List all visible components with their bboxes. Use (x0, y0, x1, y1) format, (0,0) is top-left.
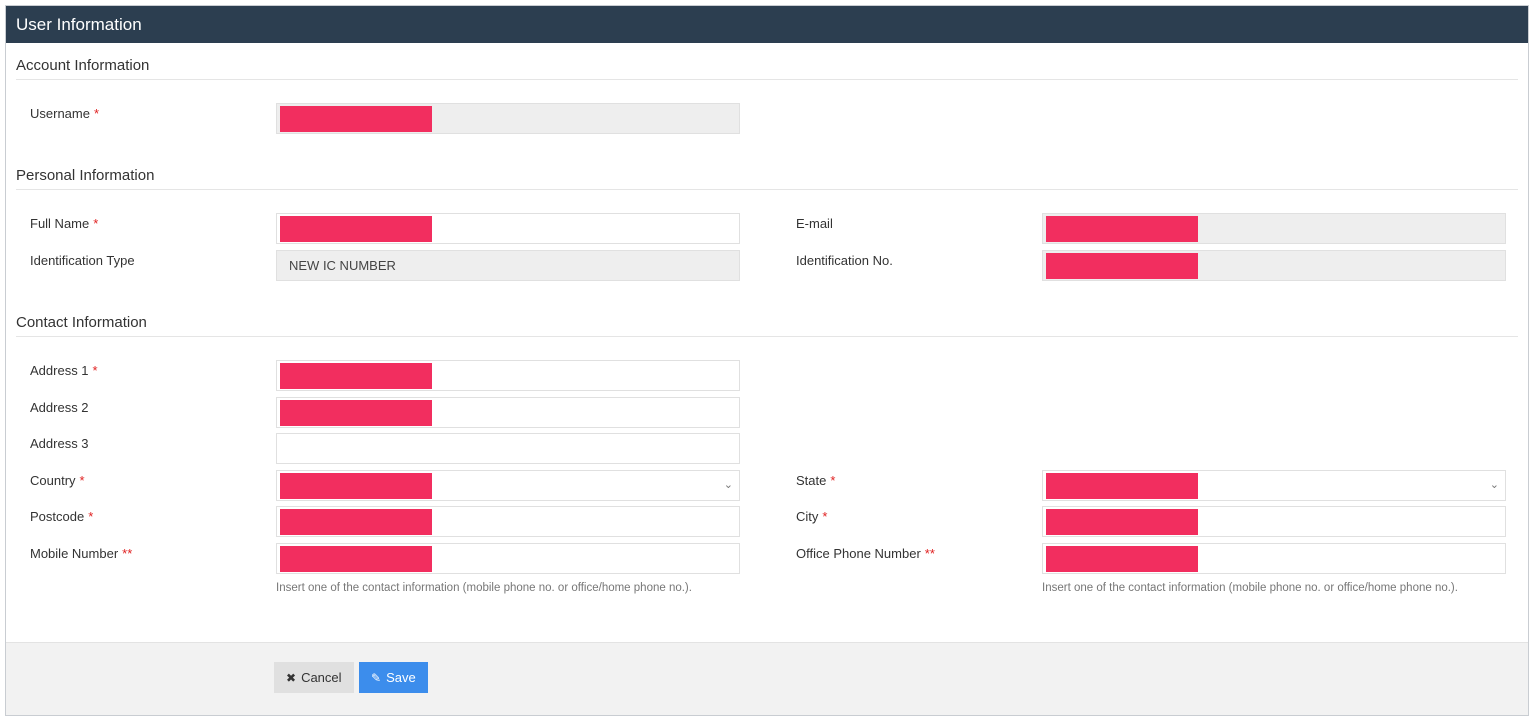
city-label: City * (796, 509, 828, 524)
save-button-label: Save (386, 670, 416, 685)
state-select[interactable]: ⌄ (1042, 470, 1506, 501)
cancel-button-label: Cancel (301, 670, 342, 685)
address2-label: Address 2 (30, 400, 89, 415)
postcode-label: Postcode * (30, 509, 94, 524)
username-label: Username * (30, 106, 100, 121)
email-field (1042, 213, 1506, 244)
identification-no-field (1042, 250, 1506, 281)
edit-icon: ✎ (371, 671, 382, 685)
address2-input[interactable] (276, 397, 740, 428)
section-title-contact: Contact Information (16, 314, 147, 331)
country-select[interactable]: ⌄ (276, 470, 740, 501)
section-divider (16, 79, 1518, 80)
redacted-value (1046, 546, 1198, 572)
full-name-label: Full Name * (30, 216, 99, 231)
postcode-input[interactable] (276, 506, 740, 537)
address3-label: Address 3 (30, 436, 89, 451)
email-label: E-mail (796, 216, 833, 231)
office-phone-label: Office Phone Number ** (796, 546, 935, 561)
section-divider (16, 189, 1518, 190)
redacted-value (280, 473, 432, 499)
identification-type-label: Identification Type (30, 253, 135, 268)
city-input[interactable] (1042, 506, 1506, 537)
redacted-value (280, 363, 432, 389)
save-button[interactable]: ✎ Save (359, 662, 428, 693)
mobile-number-input[interactable] (276, 543, 740, 574)
chevron-down-icon[interactable]: ⌄ (1490, 471, 1499, 500)
user-information-panel: User Information Account Information Use… (5, 5, 1529, 716)
state-label: State * (796, 473, 836, 488)
contact-help-text: Insert one of the contact information (m… (1042, 582, 1458, 594)
address3-input[interactable] (276, 433, 740, 464)
panel-header: User Information (6, 6, 1528, 43)
country-label: Country * (30, 473, 85, 488)
redacted-value (280, 509, 432, 535)
office-phone-input[interactable] (1042, 543, 1506, 574)
identification-type-field: NEW IC NUMBER (276, 250, 740, 281)
times-circle-icon: ✖ (286, 671, 297, 685)
address1-label: Address 1 * (30, 363, 98, 378)
section-title-personal: Personal Information (16, 167, 155, 184)
redacted-value (280, 216, 432, 242)
full-name-input[interactable] (276, 213, 740, 244)
cancel-button[interactable]: ✖ Cancel (274, 662, 354, 693)
redacted-value (1046, 473, 1198, 499)
mobile-number-label: Mobile Number ** (30, 546, 133, 561)
contact-help-text: Insert one of the contact information (m… (276, 582, 692, 594)
identification-no-label: Identification No. (796, 253, 893, 268)
redacted-value (280, 546, 432, 572)
redacted-value (1046, 253, 1198, 279)
redacted-value (280, 400, 432, 426)
form-footer: ✖ Cancel ✎ Save (6, 642, 1528, 715)
address1-input[interactable] (276, 360, 740, 391)
redacted-value (1046, 216, 1198, 242)
username-field (276, 103, 740, 134)
chevron-down-icon[interactable]: ⌄ (724, 471, 733, 500)
section-title-account: Account Information (16, 57, 150, 74)
redacted-value (1046, 509, 1198, 535)
redacted-value (280, 106, 432, 132)
section-divider (16, 336, 1518, 337)
